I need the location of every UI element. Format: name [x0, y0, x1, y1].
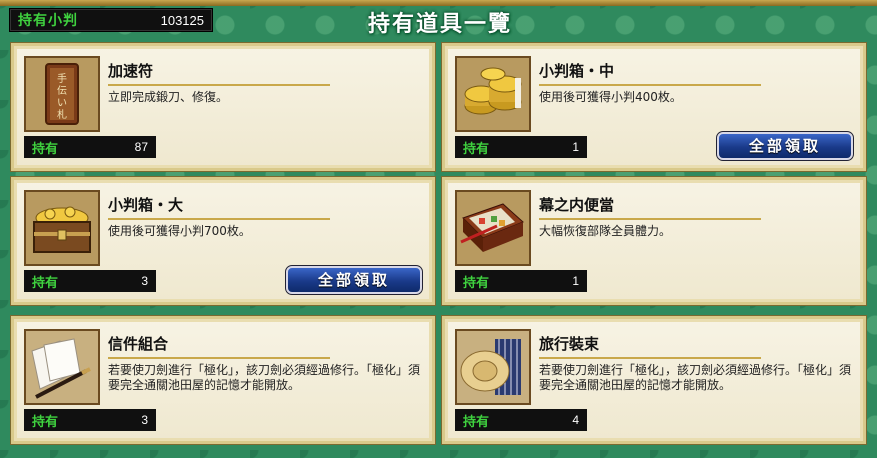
item-card-coin-box-large[interactable]: 小判箱・大 使用後可獲得小判700枚。 持有 3 全部領取	[10, 176, 436, 306]
item-name: 幕之内便當	[539, 194, 761, 220]
item-name: 信件組合	[108, 333, 330, 359]
owned-count: 持有 1	[455, 270, 587, 292]
claim-all-button[interactable]: 全部領取	[285, 265, 423, 295]
owned-value: 1	[572, 140, 579, 154]
owned-count: 持有 3	[24, 409, 156, 431]
item-description: 立即完成鍛刀、修復。	[108, 90, 229, 104]
item-card-letter-set[interactable]: 信件組合 若要使刀劍進行「極化」，該刀劍必須經過修行。「極化」須要完全通關池田屋…	[10, 315, 436, 445]
coin-balance-value: 103125	[160, 12, 204, 28]
item-card-travel-gear[interactable]: 旅行裝束 若要使刀劍進行「極化」，該刀劍必須經過修行。「極化」須要完全通關池田屋…	[441, 315, 867, 445]
owned-value: 1	[572, 274, 579, 288]
owned-label: 持有	[32, 275, 59, 291]
travel-gear-icon	[455, 329, 531, 405]
letter-set-icon	[24, 329, 100, 405]
claim-all-button[interactable]: 全部領取	[716, 131, 854, 161]
owned-value: 3	[141, 413, 148, 427]
coin-balance-label: 持有小判	[18, 13, 78, 29]
bento-box-icon	[455, 190, 531, 266]
owned-value: 3	[141, 274, 148, 288]
svg-text:伝: 伝	[57, 85, 67, 97]
owned-label: 持有	[463, 275, 490, 291]
item-description: 使用後可獲得小判400枚。	[539, 90, 682, 104]
owned-value: 87	[134, 140, 148, 154]
item-description: 使用後可獲得小判700枚。	[108, 224, 251, 238]
item-name: 小判箱・大	[108, 194, 330, 220]
item-name: 旅行裝束	[539, 333, 761, 359]
svg-text:い: い	[57, 98, 67, 109]
svg-text:札: 札	[57, 108, 67, 121]
owned-value: 4	[572, 413, 579, 427]
owned-label: 持有	[463, 141, 490, 157]
item-description: 若要使刀劍進行「極化」，該刀劍必須經過修行。「極化」須要完全通關池田屋的記憶才能…	[108, 363, 421, 392]
page-title: 持有道具一覽	[367, 11, 512, 37]
coin-balance: 持有小判 103125	[9, 8, 213, 32]
item-card-coin-box-medium[interactable]: 小判箱・中 使用後可獲得小判400枚。 持有 1 全部領取	[441, 42, 867, 172]
item-description: 大幅恢復部隊全員體力。	[539, 224, 672, 238]
owned-label: 持有	[32, 141, 59, 157]
coin-stack-icon	[455, 56, 531, 132]
svg-text:手: 手	[57, 72, 67, 85]
item-card-speed-token[interactable]: 手 伝 い 札 加速符 立即完成鍛刀、修復。 持有 87	[10, 42, 436, 172]
item-name: 加速符	[108, 60, 330, 86]
item-description: 若要使刀劍進行「極化」，該刀劍必須經過修行。「極化」須要完全通關池田屋的記憶才能…	[539, 363, 852, 392]
owned-label: 持有	[463, 414, 490, 430]
owned-label: 持有	[32, 414, 59, 430]
item-name: 小判箱・中	[539, 60, 761, 86]
owned-count: 持有 3	[24, 270, 156, 292]
owned-count: 持有 4	[455, 409, 587, 431]
owned-count: 持有 1	[455, 136, 587, 158]
owned-count: 持有 87	[24, 136, 156, 158]
treasure-chest-icon	[24, 190, 100, 266]
token-icon: 手 伝 い 札	[24, 56, 100, 132]
item-card-bento[interactable]: 幕之内便當 大幅恢復部隊全員體力。 持有 1	[441, 176, 867, 306]
